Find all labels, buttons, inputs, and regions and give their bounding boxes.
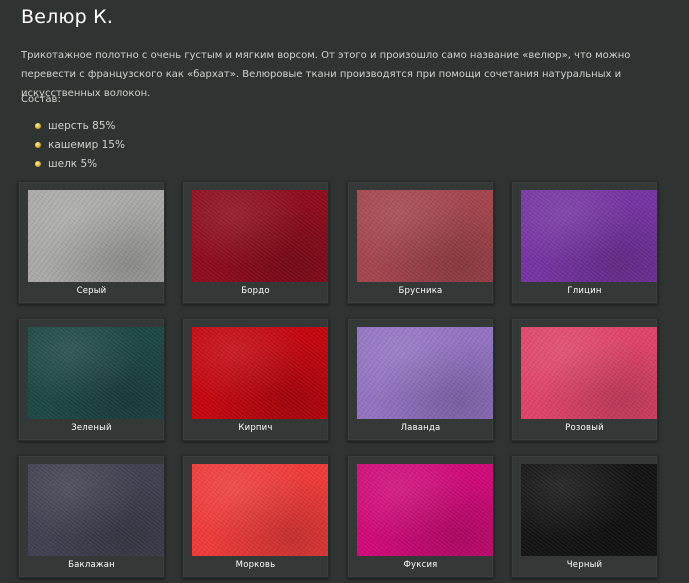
composition-heading: Состав: [21,94,61,105]
swatch-label: Зеленый [71,423,112,433]
swatch-card-glitsin[interactable]: Глицин [511,181,658,304]
swatch-label: Бордо [241,286,270,296]
composition-list: шерсть 85% кашемир 15% шелк 5% [34,117,125,174]
bullet-icon [35,123,41,129]
swatch-label: Глицин [567,286,602,296]
swatch-image[interactable] [357,464,493,556]
swatch-card-zelenyy[interactable]: Зеленый [18,318,165,441]
swatch-label: Баклажан [68,560,115,570]
swatch-card-bordo[interactable]: Бордо [182,181,329,304]
swatch-image[interactable] [28,327,164,419]
swatch-card-rozovyy[interactable]: Розовый [511,318,658,441]
page-title: Велюр К. [21,6,114,28]
composition-item-text: шелк 5% [48,158,98,170]
swatch-image[interactable] [521,190,657,282]
swatch-image[interactable] [28,464,164,556]
swatch-card-brusnika[interactable]: Брусника [347,181,494,304]
swatch-image[interactable] [192,464,328,556]
swatch-card-lavanda[interactable]: Лаванда [347,318,494,441]
swatch-label: Черный [566,560,603,570]
swatch-label: Серый [76,286,107,296]
swatch-label: Розовый [565,423,604,433]
swatch-label: Кирпич [238,423,273,433]
swatch-image[interactable] [521,464,657,556]
swatch-label: Фуксия [403,560,438,570]
swatch-image[interactable] [357,327,493,419]
swatch-label: Лаванда [400,423,441,433]
swatch-image[interactable] [192,327,328,419]
swatch-card-seryy[interactable]: Серый [18,181,165,304]
swatch-image[interactable] [521,327,657,419]
bullet-icon [35,142,41,148]
composition-item: шелк 5% [34,155,125,174]
swatch-card-fuksiya[interactable]: Фуксия [347,455,494,578]
swatch-card-chernyy[interactable]: Черный [511,455,658,578]
swatch-image[interactable] [192,190,328,282]
product-description: Трикотажное полотно с очень густым и мяг… [21,50,631,99]
swatch-card-kirpich[interactable]: Кирпич [182,318,329,441]
bullet-icon [35,161,41,167]
composition-item-text: кашемир 15% [48,139,125,151]
composition-item-text: шерсть 85% [48,120,116,132]
swatch-label: Брусника [398,286,443,296]
swatch-label: Морковь [235,560,276,570]
swatch-image[interactable] [357,190,493,282]
composition-item: кашемир 15% [34,136,125,155]
swatch-card-baklazhan[interactable]: Баклажан [18,455,165,578]
composition-item: шерсть 85% [34,117,125,136]
swatch-card-morkov[interactable]: Морковь [182,455,329,578]
swatch-image[interactable] [28,190,164,282]
